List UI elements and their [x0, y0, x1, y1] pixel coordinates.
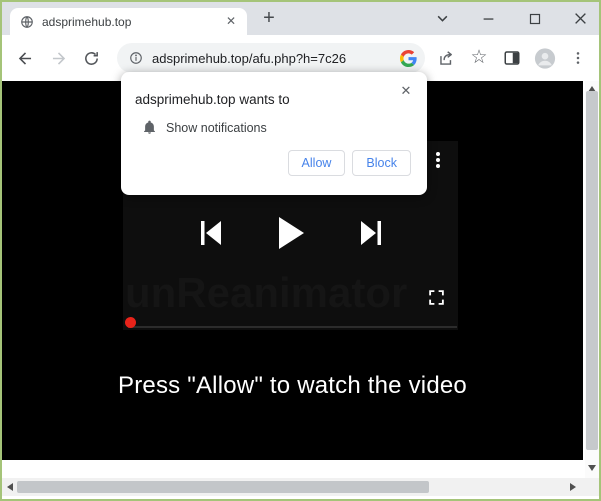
browser-menu-icon[interactable]	[567, 47, 589, 69]
scroll-down-arrow-icon[interactable]	[588, 465, 596, 471]
page-info-icon[interactable]	[129, 51, 143, 65]
tab-title: adsprimehub.top	[42, 15, 223, 29]
back-button[interactable]	[12, 45, 38, 71]
profile-avatar[interactable]	[534, 47, 556, 69]
play-icon[interactable]	[277, 216, 305, 250]
tab-close-icon[interactable]: ✕	[223, 14, 239, 30]
new-tab-button[interactable]: +	[256, 7, 282, 31]
close-window-button[interactable]	[572, 10, 589, 27]
url-text[interactable]: adsprimehub.top/afu.php?h=7c26	[152, 51, 400, 66]
maximize-button[interactable]	[526, 10, 543, 27]
horizontal-scroll-thumb[interactable]	[17, 481, 429, 493]
fullscreen-icon[interactable]	[428, 289, 445, 311]
vertical-scrollbar[interactable]	[585, 81, 599, 478]
scroll-right-arrow-icon[interactable]	[570, 483, 576, 491]
horizontal-scrollbar[interactable]	[2, 478, 585, 496]
block-button[interactable]: Block	[352, 150, 411, 176]
google-g-icon[interactable]	[400, 50, 417, 67]
previous-track-icon[interactable]	[199, 219, 223, 247]
reload-button[interactable]	[78, 45, 104, 71]
side-panel-icon[interactable]	[501, 47, 523, 69]
browser-tab[interactable]: adsprimehub.top ✕	[10, 8, 247, 35]
vertical-scroll-thumb[interactable]	[586, 91, 598, 450]
allow-button[interactable]: Allow	[288, 150, 346, 176]
toolbar-actions: ☆	[435, 47, 589, 69]
browser-window-frame: adsprimehub.top ✕ +	[0, 0, 601, 501]
share-icon[interactable]	[435, 47, 457, 69]
address-bar[interactable]: adsprimehub.top/afu.php?h=7c26	[117, 43, 425, 73]
bell-icon	[142, 120, 157, 135]
favicon-globe-icon	[20, 15, 34, 29]
notification-permission-dialog: ✕ adsprimehub.top wants to Show notifica…	[121, 72, 427, 195]
scrollbar-corner	[585, 478, 599, 496]
playhead-dot[interactable]	[125, 317, 136, 328]
player-controls	[123, 216, 458, 250]
player-menu-icon[interactable]	[431, 151, 445, 174]
tab-strip: adsprimehub.top ✕ +	[2, 2, 599, 35]
tab-search-chevron-icon[interactable]	[434, 10, 451, 27]
progress-bar[interactable]	[128, 326, 457, 328]
dialog-close-icon[interactable]: ✕	[398, 83, 414, 99]
minimize-button[interactable]	[480, 10, 497, 27]
allow-instruction-text: Press "Allow" to watch the video	[2, 372, 583, 400]
player-watermark: unReanimator	[125, 269, 460, 317]
scroll-left-arrow-icon[interactable]	[7, 483, 13, 491]
forward-button[interactable]	[45, 45, 71, 71]
next-track-icon[interactable]	[359, 219, 383, 247]
permission-label: Show notifications	[166, 121, 267, 135]
bookmark-star-icon[interactable]: ☆	[468, 47, 490, 69]
window-controls	[434, 2, 589, 35]
dialog-origin-text: adsprimehub.top wants to	[121, 72, 427, 107]
